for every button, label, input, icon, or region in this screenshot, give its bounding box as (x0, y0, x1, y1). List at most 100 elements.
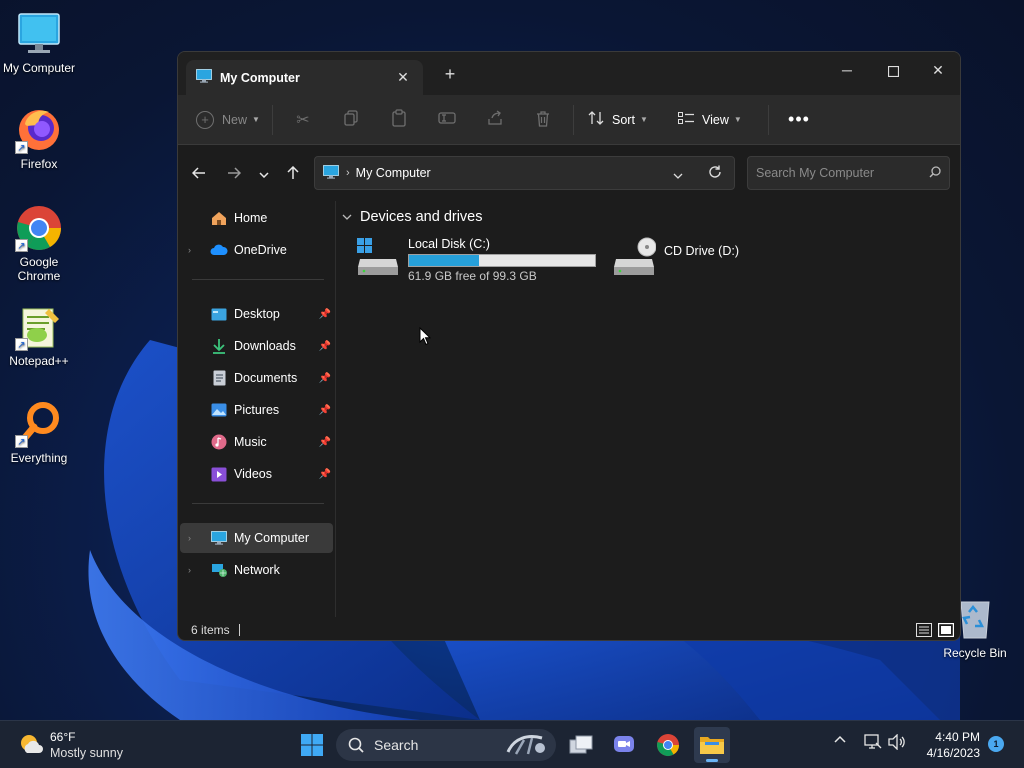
taskbar-search[interactable]: Search (336, 729, 556, 761)
group-header-devices[interactable]: Devices and drives (342, 209, 483, 225)
view-button[interactable]: View ▼ (678, 104, 762, 136)
new-tab-button[interactable]: + (440, 64, 460, 85)
search-input[interactable] (756, 166, 929, 180)
task-view-icon (569, 735, 593, 754)
pin-icon[interactable]: 📌 (319, 309, 331, 320)
sort-button[interactable]: Sort ▼ (588, 104, 668, 136)
search-label: Search (374, 737, 419, 753)
rename-icon (438, 110, 456, 129)
sidebar-item-my-computer[interactable]: › My Computer (180, 523, 333, 553)
drive-cd-d[interactable]: CD Drive (D:) (612, 237, 739, 277)
tab-my-computer[interactable]: My Computer ✕ (186, 60, 423, 95)
shortcut-arrow-icon: ↗ (15, 338, 28, 351)
start-button[interactable] (294, 727, 330, 763)
share-button[interactable] (471, 104, 519, 136)
rename-button[interactable] (423, 104, 471, 136)
sidebar-item-downloads[interactable]: Downloads 📌 (180, 331, 333, 361)
desktop-icon-label: Google Chrome (17, 255, 61, 283)
desktop-icon-everything[interactable]: ↗ Everything (0, 400, 78, 465)
sidebar-item-home[interactable]: Home (180, 203, 333, 233)
search-box[interactable] (747, 156, 950, 190)
desktop-icon-firefox[interactable]: ↗ Firefox (0, 106, 78, 171)
tiles-view-icon (938, 623, 954, 637)
pictures-icon (210, 401, 228, 419)
pin-icon[interactable]: 📌 (319, 437, 331, 448)
cut-button[interactable]: ✂ (279, 104, 327, 136)
sidebar-item-videos[interactable]: Videos 📌 (180, 459, 333, 489)
plus-circle-icon: + (196, 110, 214, 129)
pin-icon[interactable]: 📌 (319, 341, 331, 352)
delete-button[interactable] (519, 104, 567, 136)
notification-badge[interactable]: 1 (988, 736, 1004, 752)
chrome-icon (657, 734, 679, 756)
title-bar[interactable]: My Computer ✕ + ─ ✕ (178, 52, 960, 95)
sort-icon (588, 111, 604, 128)
address-history-dropdown[interactable] (673, 168, 683, 182)
sidebar-item-pictures[interactable]: Pictures 📌 (180, 395, 333, 425)
sidebar-item-music[interactable]: Music 📌 (180, 427, 333, 457)
network-status-button[interactable] (864, 734, 882, 750)
chevron-right-icon[interactable]: › (188, 533, 202, 543)
breadcrumb-my-computer[interactable]: My Computer (356, 166, 431, 180)
command-bar: + New ▼ ✂ Sort ▼ View ▼ ••• (178, 95, 960, 145)
close-tab-icon[interactable]: ✕ (393, 69, 413, 86)
chrome-taskbar-button[interactable] (650, 727, 686, 763)
recent-locations-button[interactable] (253, 163, 275, 185)
arrow-right-icon (227, 166, 242, 182)
sidebar-item-label: Pictures (234, 403, 280, 417)
up-button[interactable] (282, 163, 304, 185)
copy-button[interactable] (327, 104, 375, 136)
file-explorer-taskbar-button[interactable] (694, 727, 730, 763)
sidebar-item-desktop[interactable]: Desktop 📌 (180, 299, 333, 329)
pin-icon[interactable]: 📌 (319, 405, 331, 416)
minimize-button[interactable]: ─ (824, 56, 870, 84)
pin-icon[interactable]: 📌 (319, 373, 331, 384)
sidebar-item-label: Documents (234, 371, 298, 385)
clock[interactable]: 4:40 PM 4/16/2023 (918, 729, 980, 761)
sidebar-item-label: My Computer (234, 531, 310, 545)
desktop-icon-my-computer[interactable]: My Computer (0, 10, 78, 75)
navigation-pane: Home › OneDrive Desktop 📌 Downloads 📌 Do… (178, 201, 336, 617)
pin-icon[interactable]: 📌 (319, 469, 331, 480)
shortcut-arrow-icon: ↗ (15, 239, 28, 252)
clock-time: 4:40 PM (935, 730, 980, 744)
drive-name: Local Disk (C:) (408, 237, 490, 251)
maximize-button[interactable] (870, 56, 916, 84)
show-hidden-icons-button[interactable] (834, 735, 846, 743)
close-window-button[interactable]: ✕ (915, 56, 960, 84)
chevron-right-icon[interactable]: › (188, 245, 202, 255)
group-title: Devices and drives (360, 209, 483, 225)
share-icon (487, 110, 503, 129)
drive-usage-fill (409, 255, 480, 266)
cd-drive-icon (612, 237, 657, 277)
forward-button[interactable] (223, 163, 245, 185)
weather-widget[interactable]: 66°F Mostly sunny (18, 729, 123, 761)
sidebar-item-network[interactable]: › Network (180, 555, 333, 585)
address-bar[interactable]: › My Computer (314, 156, 735, 190)
chevron-down-icon: ▼ (639, 115, 648, 124)
details-view-button[interactable] (915, 622, 933, 638)
desktop-icon (210, 305, 228, 323)
back-button[interactable] (188, 163, 210, 185)
task-view-button[interactable] (563, 727, 599, 763)
sidebar-item-onedrive[interactable]: › OneDrive (180, 235, 333, 265)
sidebar-item-documents[interactable]: Documents 📌 (180, 363, 333, 393)
chevron-right-icon[interactable]: › (188, 565, 202, 575)
tiles-view-button[interactable] (937, 622, 955, 638)
paste-button[interactable] (375, 104, 423, 136)
file-explorer-window: My Computer ✕ + ─ ✕ + New ▼ ✂ Sort ▼ Vie… (177, 51, 961, 641)
new-button[interactable]: + New ▼ (196, 104, 266, 136)
chevron-down-icon[interactable] (342, 212, 352, 223)
desktop-icon-notepadpp[interactable]: ↗ Notepad++ (0, 303, 78, 368)
desktop-icon-label: My Computer (2, 61, 76, 75)
desktop-icon-chrome[interactable]: ↗ Google Chrome (0, 204, 78, 283)
status-divider (238, 623, 240, 636)
teams-chat-button[interactable] (606, 727, 642, 763)
content-pane: Devices and drives Local Disk (C:) 61.9 … (342, 201, 960, 617)
more-options-button[interactable]: ••• (785, 104, 813, 136)
network-icon (864, 734, 882, 749)
volume-button[interactable] (888, 734, 906, 750)
monitor-icon (210, 529, 228, 547)
refresh-button[interactable] (708, 165, 722, 182)
drive-local-disk-c[interactable]: Local Disk (C:) 61.9 GB free of 99.3 GB (356, 237, 596, 283)
